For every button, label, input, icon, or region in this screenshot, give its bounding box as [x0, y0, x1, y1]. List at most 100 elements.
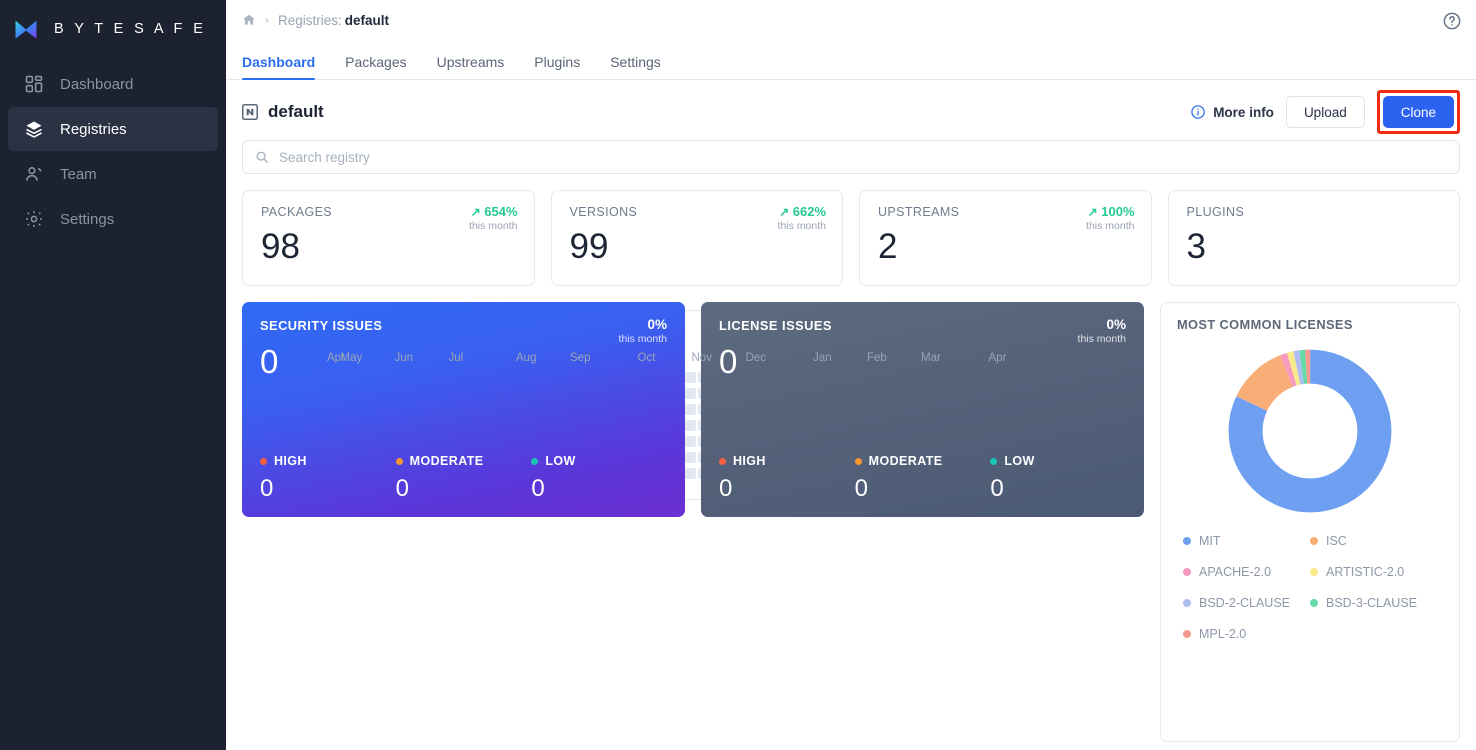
search-bar[interactable]: [242, 140, 1460, 174]
license-name: ARTISTIC-2.0: [1326, 565, 1405, 579]
topbar: › Registries: default: [226, 0, 1476, 40]
stat-delta-value: ↗ 654%: [469, 204, 518, 219]
license-color-dot: [1310, 599, 1318, 607]
sidebar-item-dashboard[interactable]: Dashboard: [8, 62, 218, 106]
page-title: default: [268, 102, 324, 121]
users-icon: [26, 167, 42, 181]
heatmap-month-label: Oct: [637, 352, 656, 364]
upload-button[interactable]: Upload: [1285, 96, 1365, 128]
trend-up-icon: ↗: [1087, 205, 1098, 219]
stat-delta-pct: 100%: [1101, 204, 1135, 219]
license-name: BSD-2-CLAUSE: [1199, 596, 1290, 610]
gear-icon: [26, 211, 42, 227]
card-title: MOST COMMON LICENSES: [1177, 317, 1353, 332]
tab-packages[interactable]: Packages: [345, 54, 406, 79]
breadcrumb: › Registries: default: [242, 13, 389, 28]
severity-label: MODERATE: [409, 454, 484, 468]
heatmap-month-label: May: [340, 352, 363, 364]
heatmap-cell[interactable]: [684, 467, 696, 479]
severity-moderate: MODERATE 0: [395, 454, 532, 503]
sidebar-item-label: Registries: [60, 120, 127, 138]
tab-upstreams[interactable]: Upstreams: [437, 54, 505, 79]
breadcrumb-current: default: [344, 12, 390, 28]
security-issues-card: SECURITY ISSUES 0% this month 0 HIGH 0 M…: [242, 302, 685, 517]
heatmap-month-label: Feb: [867, 352, 887, 364]
stat-value: 99: [569, 227, 609, 266]
card-title: LICENSE ISSUES: [719, 318, 832, 333]
page-header: default More info Upload Clone: [242, 86, 1460, 138]
severity-value: 0: [260, 475, 274, 502]
license-legend: MIT ISC APACHE-2.0 ARTISTIC-2.0 BSD-2-CLAUSE…: [1177, 534, 1443, 658]
sidebar-nav: Dashboard Registries Team Settings: [0, 62, 226, 241]
heatmap-cell[interactable]: [684, 387, 696, 399]
breadcrumb-label[interactable]: Registries:: [278, 13, 342, 28]
sidebar-item-label: Team: [60, 165, 97, 183]
stat-label: PLUGINS: [1186, 205, 1245, 219]
heatmap-cell[interactable]: [684, 435, 696, 447]
card-delta-sub: this month: [1077, 333, 1126, 345]
card-delta-value: 0%: [647, 317, 667, 332]
license-legend-item: MIT: [1183, 534, 1310, 548]
license-legend-item: APACHE-2.0: [1183, 565, 1310, 579]
severity-dot: [719, 457, 726, 465]
header-actions: More info Upload Clone: [1190, 90, 1460, 134]
severity-label: HIGH: [733, 454, 766, 468]
license-name: APACHE-2.0: [1199, 565, 1272, 579]
heatmap-cell[interactable]: [684, 451, 696, 463]
stat-card-packages: PACKAGES ↗ 654% this month 98: [242, 190, 535, 286]
severity-row: HIGH 0 MODERATE 0 LOW 0: [260, 454, 667, 503]
license-color-dot: [1183, 599, 1191, 607]
tab-settings[interactable]: Settings: [610, 54, 661, 79]
help-circle-icon[interactable]: [1442, 11, 1462, 31]
home-icon[interactable]: [242, 13, 256, 27]
license-name: MPL-2.0: [1199, 627, 1247, 641]
trend-up-icon: ↗: [779, 205, 790, 219]
heatmap-cell[interactable]: [684, 419, 696, 431]
npm-registry-icon: [242, 104, 258, 120]
severity-label: LOW: [545, 454, 576, 468]
severity-value: 0: [531, 475, 545, 502]
card-title: SECURITY ISSUES: [260, 318, 383, 333]
card-delta-value: 0%: [1106, 317, 1126, 332]
brand-name: B Y T E S A F E: [54, 21, 207, 37]
clone-button[interactable]: Clone: [1382, 96, 1454, 128]
main-content: › Registries: default Dashboard Packages…: [226, 0, 1476, 750]
license-color-dot: [1183, 568, 1191, 576]
license-color-dot: [1310, 568, 1318, 576]
license-issues-card: LICENSE ISSUES 0% this month 0 HIGH 0 MO…: [701, 302, 1144, 517]
license-name: MIT: [1199, 534, 1221, 548]
severity-dot: [990, 457, 998, 465]
license-donut-chart: [1177, 346, 1443, 516]
stat-card-plugins: PLUGINS 3: [1167, 190, 1460, 286]
heatmap-month-label: Apr: [988, 352, 1007, 364]
search-icon: [256, 151, 268, 163]
severity-value: 0: [854, 475, 869, 502]
stat-value: 98: [261, 227, 300, 266]
sidebar-item-team[interactable]: Team: [8, 152, 218, 196]
more-info-button[interactable]: More info: [1190, 104, 1274, 120]
severity-label: MODERATE: [868, 454, 943, 468]
sidebar-item-label: Dashboard: [60, 75, 134, 93]
donut-svg: [1228, 349, 1392, 513]
sidebar: B Y T E S A F E Dashboard Registries Tea…: [0, 0, 226, 750]
search-input[interactable]: [279, 149, 1447, 165]
brand[interactable]: B Y T E S A F E: [0, 8, 226, 50]
tab-dashboard[interactable]: Dashboard: [242, 54, 316, 80]
breadcrumb-separator: ›: [265, 13, 269, 27]
severity-label: LOW: [1004, 454, 1035, 468]
heatmap-cell[interactable]: [684, 371, 696, 383]
severity-low: LOW 0: [990, 454, 1126, 503]
tab-plugins[interactable]: Plugins: [534, 54, 580, 79]
heatmap-month-label: Jan: [813, 352, 832, 364]
content-area: default More info Upload Clone Search re…: [226, 86, 1476, 742]
heatmap-month-label: Jul: [448, 352, 464, 364]
license-name: ISC: [1326, 534, 1347, 548]
heatmap-month-label: Nov: [691, 352, 712, 364]
sidebar-item-settings[interactable]: Settings: [8, 197, 218, 241]
card-delta-sub: this month: [618, 333, 667, 345]
severity-label: HIGH: [274, 454, 307, 468]
severity-dot: [531, 457, 539, 465]
heatmap-cell[interactable]: [684, 403, 696, 415]
sidebar-item-registries[interactable]: Registries: [8, 107, 218, 151]
most-common-licenses-card: MOST COMMON LICENSES MIT ISC APACHE-2.0 ART…: [1160, 302, 1460, 742]
